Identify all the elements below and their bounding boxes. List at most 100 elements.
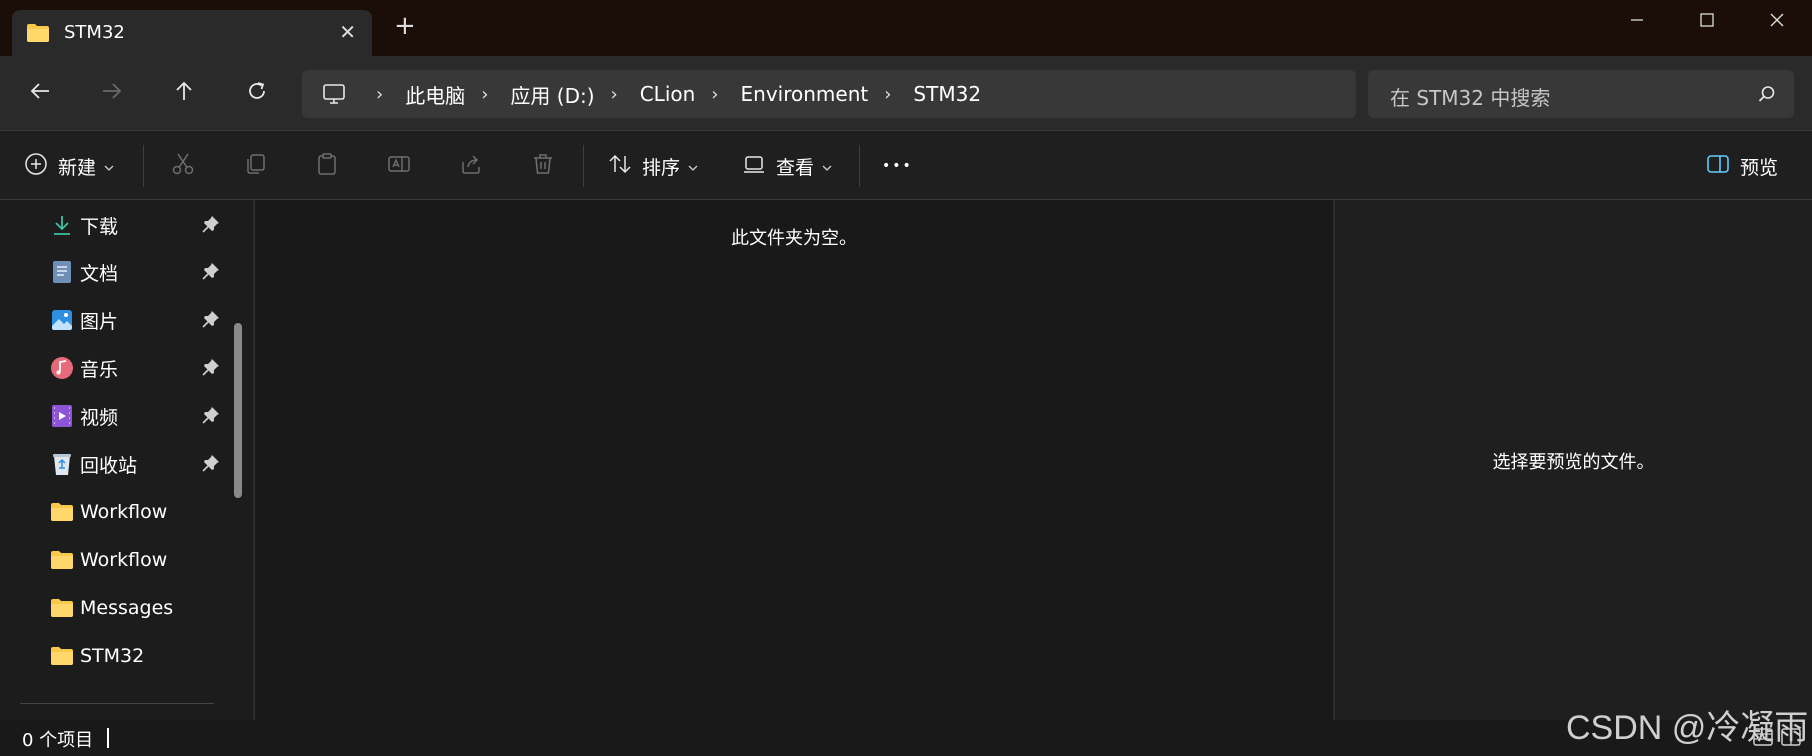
scissors-icon <box>171 152 195 180</box>
sidebar-item-stm32[interactable]: STM32 <box>50 636 230 676</box>
pin-icon[interactable] <box>202 310 220 332</box>
breadcrumb-drive-d[interactable]: 应用 (D:) <box>510 80 594 109</box>
sidebar-item-label: 下载 <box>80 215 119 238</box>
pin-icon[interactable] <box>202 454 220 476</box>
sidebar-item-pictures[interactable]: 图片 <box>50 300 230 340</box>
search-input[interactable]: 在 STM32 中搜索 <box>1368 70 1794 118</box>
sidebar-item-workflow-2[interactable]: Workflow <box>50 540 230 580</box>
copy-button[interactable] <box>243 131 267 201</box>
music-icon <box>50 356 74 380</box>
sidebar-item-workflow[interactable]: Workflow <box>50 492 230 532</box>
more-options-button[interactable]: ••• <box>882 131 913 201</box>
refresh-button[interactable] <box>241 77 273 109</box>
sort-button[interactable]: 排序 <box>608 131 698 201</box>
pin-icon[interactable] <box>202 262 220 284</box>
chevron-right-icon[interactable]: › <box>884 84 891 105</box>
navigation-pane: 下载 文档 图片 音乐 视频 回收站 Workflow Workflow Mes… <box>0 200 252 720</box>
preview-label: 预览 <box>1740 156 1779 179</box>
recycle-bin-icon <box>50 452 74 476</box>
tab-stm32[interactable]: STM32 ✕ <box>12 10 372 56</box>
breadcrumb: › 此电脑 › 应用 (D:) › CLion › Environment › … <box>360 80 981 109</box>
sidebar-item-music[interactable]: 音乐 <box>50 348 230 388</box>
search-icon[interactable] <box>1758 85 1776 107</box>
search-placeholder: 在 STM32 中搜索 <box>1390 86 1551 110</box>
status-separator <box>107 728 109 748</box>
folder-icon <box>50 596 74 620</box>
chevron-right-icon[interactable]: › <box>481 84 488 105</box>
breadcrumb-environment[interactable]: Environment <box>741 82 869 106</box>
file-list-area[interactable]: 此文件夹为空。 <box>255 200 1333 720</box>
download-icon <box>50 213 74 237</box>
sidebar-item-recycle-bin[interactable]: 回收站 <box>50 444 230 484</box>
arrow-left-icon <box>29 80 51 106</box>
up-button[interactable] <box>168 77 200 109</box>
status-bar: 0 个项目 <box>0 720 1812 756</box>
address-bar[interactable]: › 此电脑 › 应用 (D:) › CLion › Environment › … <box>302 70 1356 118</box>
sidebar-item-label: 图片 <box>80 310 119 333</box>
share-icon <box>459 152 483 180</box>
view-label: 查看 <box>776 156 815 179</box>
chevron-right-icon[interactable]: › <box>376 84 383 105</box>
chevron-right-icon[interactable]: › <box>711 84 718 105</box>
maximize-button[interactable] <box>1674 0 1740 40</box>
tab-title: STM32 <box>64 22 125 43</box>
delete-button[interactable] <box>531 131 555 201</box>
cut-button[interactable] <box>171 131 195 201</box>
large-icons-view-icon[interactable] <box>1780 726 1802 748</box>
sort-label: 排序 <box>642 156 681 179</box>
sidebar-item-label: 视频 <box>80 406 119 429</box>
new-button[interactable]: 新建 <box>24 131 114 201</box>
sidebar-scrollbar[interactable] <box>234 323 242 498</box>
trash-icon <box>531 152 555 180</box>
more-icon: ••• <box>882 158 913 174</box>
sidebar-item-videos[interactable]: 视频 <box>50 396 230 436</box>
refresh-icon <box>246 80 268 106</box>
toolbar-divider <box>583 145 584 187</box>
pictures-icon <box>50 308 74 332</box>
arrow-up-icon <box>173 80 195 106</box>
sort-icon <box>608 152 632 180</box>
preview-pane: 选择要预览的文件。 <box>1335 200 1812 720</box>
view-icon <box>742 152 766 180</box>
this-pc-icon[interactable] <box>322 83 346 105</box>
empty-folder-message: 此文件夹为空。 <box>731 228 857 249</box>
pin-icon[interactable] <box>202 406 220 428</box>
share-button[interactable] <box>459 131 483 201</box>
chevron-down-icon <box>104 157 114 176</box>
view-button[interactable]: 查看 <box>742 131 832 201</box>
details-view-icon[interactable] <box>1752 726 1774 748</box>
preview-pane-icon <box>1706 153 1730 179</box>
pin-icon[interactable] <box>202 215 220 237</box>
pin-icon[interactable] <box>202 358 220 380</box>
document-icon <box>50 260 74 284</box>
sidebar-item-label: Workflow <box>80 501 168 523</box>
plus-circle-icon <box>24 152 48 180</box>
tab-close-button[interactable]: ✕ <box>339 20 356 44</box>
close-window-button[interactable] <box>1744 0 1810 40</box>
breadcrumb-clion[interactable]: CLion <box>640 82 696 106</box>
sidebar-item-label: 音乐 <box>80 358 119 381</box>
forward-button[interactable] <box>96 77 128 109</box>
title-bar: STM32 ✕ + <box>0 0 1812 56</box>
sidebar-item-documents[interactable]: 文档 <box>50 252 230 292</box>
folder-icon <box>50 644 74 668</box>
sidebar-divider <box>20 703 214 704</box>
chevron-right-icon[interactable]: › <box>611 84 618 105</box>
folder-icon <box>26 23 50 47</box>
rename-button[interactable] <box>387 131 411 201</box>
sidebar-item-messages[interactable]: Messages <box>50 588 230 628</box>
sidebar-item-label: Messages <box>80 597 174 619</box>
back-button[interactable] <box>24 77 56 109</box>
sidebar-item-label: STM32 <box>80 645 145 667</box>
sidebar-item-downloads[interactable]: 下载 <box>50 205 230 245</box>
new-label: 新建 <box>58 156 97 179</box>
sidebar-item-label: 回收站 <box>80 454 138 477</box>
item-count: 0 个项目 <box>22 730 94 751</box>
minimize-button[interactable] <box>1604 0 1670 40</box>
paste-button[interactable] <box>315 131 339 201</box>
breadcrumb-this-pc[interactable]: 此电脑 <box>405 80 465 109</box>
preview-pane-button[interactable]: 预览 <box>1706 131 1778 201</box>
folder-icon <box>50 500 74 524</box>
breadcrumb-stm32[interactable]: STM32 <box>913 82 981 106</box>
new-tab-button[interactable]: + <box>394 13 416 39</box>
